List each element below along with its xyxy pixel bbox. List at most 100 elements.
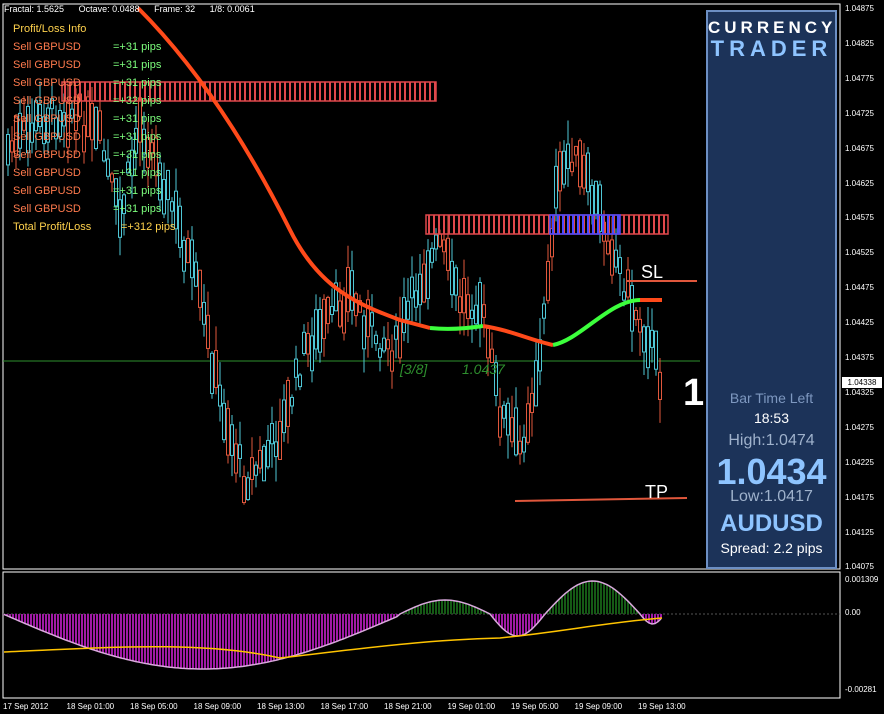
- price-axis-label: 1.04225: [845, 457, 874, 467]
- candle-body: [562, 150, 566, 185]
- time-axis-label: 18 Sep 05:00: [130, 702, 178, 711]
- candle-body: [630, 285, 634, 332]
- time-axis-label: 18 Sep 17:00: [320, 702, 369, 711]
- pl-row: Sell GBPUSD =+31 pips: [13, 200, 175, 218]
- octave-label: Octave: 0.0488: [78, 4, 140, 14]
- candle-body: [378, 348, 382, 358]
- bar-time-left-value: 18:53: [753, 410, 790, 426]
- candle-body: [618, 257, 622, 274]
- candle-body: [354, 293, 358, 317]
- candle-body: [374, 334, 378, 345]
- price-axis-label: 1.04125: [845, 527, 874, 537]
- candle-body: [274, 441, 278, 458]
- candle-body: [586, 152, 590, 193]
- candle-body: [510, 417, 514, 443]
- pl-row: Sell GBPUSD =+31 pips: [13, 182, 175, 200]
- candle-body: [302, 331, 306, 354]
- candle-body: [250, 457, 254, 480]
- murrey-level-label: [3/8]: [400, 361, 428, 377]
- candle-body: [626, 269, 630, 298]
- candle-body: [386, 339, 390, 350]
- price-axis-label: 1.04575: [845, 213, 874, 223]
- candle-body: [478, 282, 482, 328]
- candle-body: [594, 180, 598, 215]
- price-axis-label: 1.04075: [845, 562, 874, 572]
- candle-body: [606, 240, 610, 255]
- candle-body: [410, 276, 414, 299]
- candle-body: [642, 326, 646, 353]
- candle-body: [190, 239, 194, 279]
- candle-body: [466, 294, 470, 320]
- candle-body: [314, 309, 318, 350]
- fractal-label: Fractal: 1.5625: [4, 4, 65, 14]
- bar-time-left-label: Bar Time Left: [729, 390, 814, 406]
- price-axis-label: 1.04475: [845, 283, 874, 293]
- price-axis-label: 1.04625: [845, 178, 874, 188]
- candle-body: [502, 404, 506, 419]
- chart-window[interactable]: Fractal: 1.5625 Octave: 0.0488 Frame: 32…: [0, 0, 884, 714]
- candle-body: [210, 352, 214, 394]
- candle-body: [218, 384, 222, 407]
- candle-body: [534, 360, 538, 407]
- candle-body: [646, 326, 650, 369]
- pl-row-symbol: Sell GBPUSD: [13, 149, 81, 161]
- candle-body: [350, 270, 354, 311]
- time-axis-label: 19 Sep 01:00: [447, 702, 496, 711]
- candle-body: [498, 406, 502, 438]
- osc-axis-label: -0.00281: [845, 685, 877, 694]
- candle-body: [370, 312, 374, 327]
- pl-row-value: =+31 pips: [113, 59, 162, 71]
- ma-segment-up: [552, 298, 641, 347]
- candle-body: [206, 314, 210, 349]
- candle-body: [450, 260, 454, 296]
- candle-body: [418, 273, 422, 306]
- candle-body: [530, 392, 534, 413]
- candle-body: [318, 308, 322, 353]
- currency-trader-panel: CURRENCY TRADER Bar Time Left 18:53 High…: [706, 10, 837, 569]
- candle-body: [454, 267, 458, 296]
- candle-body: [654, 330, 658, 370]
- candle-body: [382, 337, 386, 352]
- candle-body: [298, 374, 302, 388]
- candle-body: [226, 408, 230, 456]
- time-axis-label: 18 Sep 09:00: [193, 702, 242, 711]
- candle-body: [446, 237, 450, 271]
- candle-body: [610, 239, 614, 276]
- pl-row-value: =+31 pips: [113, 149, 162, 161]
- low-price: Low:1.0417: [730, 488, 813, 505]
- oscillator-border: [2, 571, 841, 699]
- candle-body: [634, 309, 638, 321]
- candle-body: [546, 260, 550, 301]
- price-axis-label: 1.04325: [845, 387, 874, 397]
- pl-row-value: =+31 pips: [113, 77, 162, 89]
- price-axis-label: 1.04175: [845, 492, 874, 502]
- pl-total-row: Total Profit/Loss =+312 pips: [13, 218, 175, 236]
- candle-body: [622, 291, 626, 301]
- pl-row: Sell GBPUSD =+32 pips: [13, 92, 175, 110]
- candle-body: [442, 239, 446, 253]
- candle-body: [246, 477, 250, 501]
- price-axis-label: 1.04675: [845, 143, 874, 153]
- frame-label: Frame: 32: [154, 4, 196, 14]
- candle-body: [482, 304, 486, 318]
- candle-body: [242, 476, 246, 504]
- eighth-label: 1/8: 0.0061: [209, 4, 255, 14]
- time-axis-label: 17 Sep 2012: [3, 702, 49, 711]
- candle-body: [322, 298, 326, 340]
- candle-body: [234, 443, 238, 474]
- high-price: High:1.0474: [728, 432, 815, 449]
- osc-axis-label: 0.001309: [845, 575, 879, 584]
- candle-body: [406, 300, 410, 320]
- candle-body: [214, 350, 218, 388]
- pl-row-value: =+31 pips: [113, 113, 162, 125]
- candle-body: [514, 407, 518, 456]
- price-axis-label: 1.04525: [845, 248, 874, 258]
- candle-body: [202, 301, 206, 325]
- candle-body: [558, 151, 562, 192]
- candle-body: [330, 306, 334, 316]
- candle-body: [282, 399, 286, 434]
- price-axis-label: 1.04425: [845, 318, 874, 328]
- candle-body: [402, 297, 406, 334]
- time-axis-label: 19 Sep 13:00: [638, 702, 686, 711]
- price-axis-label: 1.04775: [845, 73, 874, 83]
